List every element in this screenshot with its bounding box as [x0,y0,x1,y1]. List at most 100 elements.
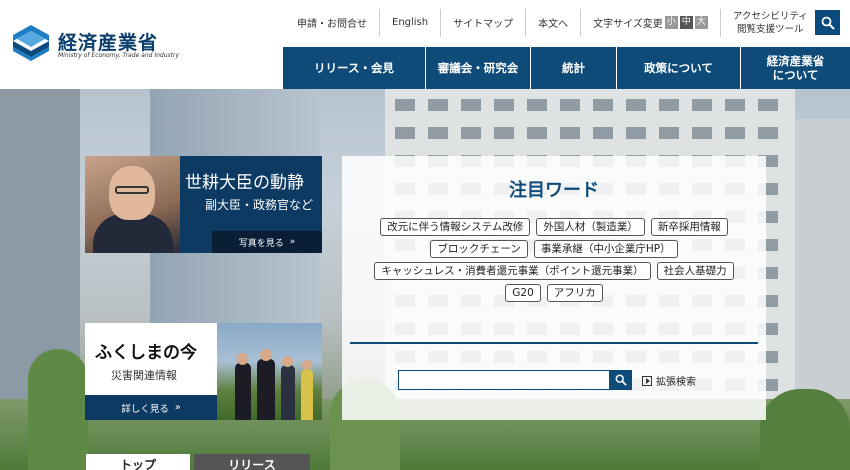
nav-statistics[interactable]: 統計 [531,47,617,89]
person-head [302,360,312,370]
divider [350,342,758,344]
building-window [461,99,481,111]
building-window [494,99,514,111]
site-header: 経済産業省 Ministry of Economy, Trade and Ind… [0,0,850,89]
keyword-tag[interactable]: 事業承継（中小企業庁HP） [533,240,678,258]
minister-glasses [115,186,149,194]
building-window [527,127,547,139]
keyword-tag[interactable]: 改元に伴う情報システム改修 [380,218,531,236]
skip-to-content-link[interactable]: 本文へ [526,8,582,37]
building-window [428,99,448,111]
keyword-tags: 改元に伴う情報システム改修 外国人材（製造業） 新卒採用情報 ブロックチェーン … [362,218,746,302]
site-search-input[interactable] [398,370,610,390]
tab-release[interactable]: リリース [194,454,310,470]
building-window [725,99,745,111]
keyword-tag[interactable]: G20 [505,284,541,302]
person-figure [301,369,313,420]
utility-nav: 申請・お問合せ English サイトマップ 本文へ 文字サイズ変更 小 中 大… [285,0,820,45]
building-window [758,99,778,111]
building-window [758,127,778,139]
person-head [282,356,293,367]
minister-photo [85,156,180,253]
keyword-tag[interactable]: 新卒採用情報 [650,218,728,236]
font-size-medium-button[interactable]: 中 [679,16,693,29]
background-tree [28,349,88,470]
double-chevron-right-icon: » [174,402,181,413]
logo-name-ja: 経済産業省 [58,32,159,54]
tab-top[interactable]: トップ [86,454,190,470]
advanced-search-label: 拡張検索 [656,377,696,388]
building-window [395,99,415,111]
building-window [428,127,448,139]
english-link[interactable]: English [380,8,442,37]
accessibility-label-1: アクセシビリティ [732,10,808,22]
building-window [725,127,745,139]
person-figure [257,359,275,420]
building-window [626,99,646,111]
building-window [494,127,514,139]
featured-keywords-panel: 注目ワード 改元に伴う情報システム改修 外国人材（製造業） 新卒採用情報 ブロッ… [342,156,766,420]
background-tree [760,389,850,470]
building-window [659,127,679,139]
building-window [626,127,646,139]
keyword-tag[interactable]: ブロックチェーン [430,240,528,258]
building-window [560,99,580,111]
search-icon [615,374,627,386]
person-head [260,349,272,361]
accessibility-label-2: 閲覧支援ツール [737,23,804,35]
building-window [461,127,481,139]
nav-council[interactable]: 審議会・研究会 [426,47,531,89]
keyword-tag[interactable]: アフリカ [546,284,603,302]
person-figure [235,363,251,420]
building-window [659,99,679,111]
meti-logo-mark-icon [13,25,49,61]
building-window [593,127,613,139]
building-window [593,99,613,111]
minister-card-title: 世耕大臣の動静 [185,173,304,193]
fukushima-text-panel: ふくしまの今 災害関連情報 [85,323,217,395]
font-size-label: 文字サイズ変更 [593,19,663,30]
arrow-right-box-icon [642,375,652,386]
header-search-button[interactable] [815,10,840,35]
double-chevron-right-icon: » [289,237,296,247]
hero-background: 世耕大臣の動静 副大臣・政務官など 写真を見る » ふくしまの今 災害関連情報 … [0,89,850,470]
minister-photos-link[interactable]: 写真を見る » [212,231,322,253]
nav-about-label-2: について [772,68,819,82]
nav-about-label-1: 経済産業省 [766,54,825,68]
nav-release[interactable]: リリース・会見 [283,47,426,89]
keyword-tag[interactable]: キャッシュレス・消費者還元事業（ポイント還元事業） [374,262,651,280]
font-size-small-button[interactable]: 小 [664,16,678,29]
person-head [237,353,248,365]
search-icon [821,16,835,30]
keyword-tag[interactable]: 社会人基礎力 [656,262,734,280]
keyword-tag[interactable]: 外国人材（製造業） [536,218,645,236]
nav-about[interactable]: 経済産業省 について [741,47,850,89]
minister-photos-label: 写真を見る [238,238,284,249]
nav-policy[interactable]: 政策について [617,47,741,89]
accessibility-tools-link[interactable]: アクセシビリティ 閲覧支援ツール [721,10,820,36]
minister-card-subtitle: 副大臣・政務官など [205,198,314,212]
contact-link[interactable]: 申請・お問合せ [285,8,380,37]
global-nav: リリース・会見 審議会・研究会 統計 政策について 経済産業省 について [283,47,850,89]
background-building [795,119,850,419]
building-window [395,127,415,139]
building-window [692,99,712,111]
fukushima-details-label: 詳しく見る [121,403,169,415]
fukushima-details-link[interactable]: 詳しく見る » [85,395,217,420]
meti-logo[interactable]: 経済産業省 Ministry of Economy, Trade and Ind… [12,22,182,66]
featured-keywords-title: 注目ワード [509,180,599,201]
font-size-large-button[interactable]: 大 [694,16,708,29]
minister-activities-card[interactable]: 世耕大臣の動静 副大臣・政務官など 写真を見る » [85,156,322,253]
person-figure [281,365,295,420]
fukushima-card[interactable]: ふくしまの今 災害関連情報 詳しく見る » [85,323,322,420]
logo-name-en: Ministry of Economy, Trade and Industry [58,52,180,59]
site-search-button[interactable] [610,370,632,390]
building-window [527,99,547,111]
fukushima-card-title: ふくしまの今 [95,343,197,363]
sitemap-link[interactable]: サイトマップ [441,8,527,37]
building-window [692,127,712,139]
advanced-search-link[interactable]: 拡張検索 [642,373,696,388]
building-window [560,127,580,139]
font-size-control: 文字サイズ変更 小 中 大 [581,8,721,37]
fukushima-photo [217,323,322,420]
